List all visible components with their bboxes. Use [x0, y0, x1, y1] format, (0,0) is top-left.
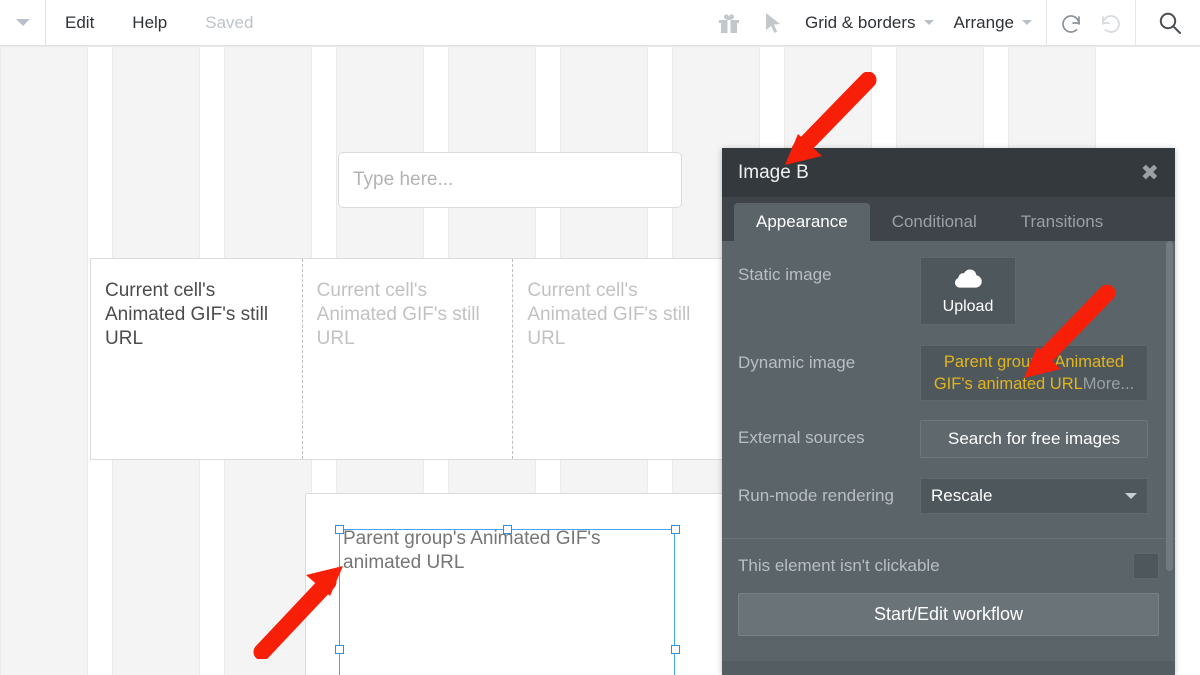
search-free-images-button[interactable]: Search for free images: [920, 420, 1148, 458]
list-item[interactable]: Current cell's Animated GIF's still URL: [512, 259, 723, 459]
clickable-checkbox[interactable]: [1133, 553, 1159, 579]
run-mode-rendering-select[interactable]: Rescale: [920, 478, 1148, 514]
panel-divider: [722, 538, 1175, 539]
chevron-down-icon: [15, 19, 30, 26]
tab-conditional[interactable]: Conditional: [870, 203, 999, 241]
search-input[interactable]: Type here...: [338, 152, 682, 208]
menu-item-edit[interactable]: Edit: [46, 0, 113, 46]
undo-icon[interactable]: [1051, 0, 1091, 46]
cloud-upload-icon: [953, 266, 983, 293]
selected-image-element[interactable]: Parent group's Animated GIF's animated U…: [335, 525, 680, 675]
run-mode-rendering-value: Rescale: [931, 486, 993, 505]
gift-icon[interactable]: [707, 0, 751, 46]
row-static-image: Static image Upload: [722, 241, 1175, 325]
grid-column: [0, 46, 88, 675]
arrange-label: Arrange: [953, 12, 1014, 32]
panel-tabs: Appearance Conditional Transitions: [722, 197, 1175, 241]
search-icon[interactable]: [1140, 0, 1200, 46]
list-item[interactable]: Current cell's Animated GIF's still URL: [301, 259, 513, 459]
element-property-panel: Image B ✖ Appearance Conditional Transit…: [722, 148, 1175, 675]
top-toolbar: Edit Help Saved Grid & borders Arrange: [0, 0, 1200, 46]
clickable-label: This element isn't clickable: [738, 556, 940, 575]
upload-button[interactable]: Upload: [920, 257, 1016, 325]
dynamic-image-more-link[interactable]: More...: [1083, 375, 1134, 393]
cell-text: Current cell's Animated GIF's still URL: [316, 280, 480, 349]
save-status-label: Saved: [205, 12, 254, 32]
repeating-group[interactable]: Current cell's Animated GIF's still URL …: [90, 258, 724, 460]
resize-handle-middle-left[interactable]: [335, 645, 344, 654]
cell-text: Current cell's Animated GIF's still URL: [105, 280, 269, 349]
grid-line: [0, 46, 1200, 47]
resize-handle-top-right[interactable]: [671, 525, 680, 534]
start-edit-workflow-button[interactable]: Start/Edit workflow: [738, 593, 1159, 636]
dynamic-image-value-button[interactable]: Parent group's Animated GIF's animated U…: [920, 345, 1148, 401]
panel-scrollbar[interactable]: [1166, 241, 1173, 571]
app-menu-button[interactable]: [0, 0, 46, 46]
redo-icon[interactable]: [1091, 0, 1131, 46]
row-clickable-toggle: This element isn't clickable: [722, 553, 1175, 579]
menu-item-help[interactable]: Help: [113, 0, 186, 46]
panel-body: Static image Upload Dynamic image Parent…: [722, 241, 1175, 675]
grid-borders-label: Grid & borders: [804, 12, 916, 32]
row-run-mode-rendering: Run-mode rendering Rescale: [722, 458, 1175, 514]
panel-footer: [722, 661, 1175, 675]
list-item[interactable]: Current cell's Animated GIF's still URL: [91, 259, 302, 459]
resize-handle-top-left[interactable]: [335, 525, 344, 534]
tab-transitions[interactable]: Transitions: [999, 203, 1126, 241]
row-dynamic-image: Dynamic image Parent group's Animated GI…: [722, 325, 1175, 401]
chevron-down-icon: [923, 20, 934, 25]
close-icon[interactable]: ✖: [1141, 161, 1159, 184]
toolbar-divider: [1135, 0, 1136, 46]
external-sources-label: External sources: [738, 428, 865, 447]
toolbar-divider: [1046, 0, 1047, 46]
chevron-down-icon: [1022, 20, 1032, 25]
static-image-label: Static image: [738, 265, 832, 284]
chevron-down-icon: [1125, 493, 1137, 499]
arrange-dropdown[interactable]: Arrange: [944, 0, 1042, 46]
run-mode-rendering-label: Run-mode rendering: [738, 486, 894, 505]
selected-element-label: Parent group's Animated GIF's animated U…: [343, 528, 601, 573]
page-title: Image B: [738, 161, 809, 183]
grid-borders-dropdown[interactable]: Grid & borders: [795, 0, 944, 46]
resize-handle-middle-right[interactable]: [671, 645, 680, 654]
tab-appearance[interactable]: Appearance: [734, 203, 870, 241]
dynamic-image-label: Dynamic image: [738, 353, 856, 372]
upload-label: Upload: [942, 298, 994, 315]
editor-screen: Edit Help Saved Grid & borders Arrange T…: [0, 0, 1200, 675]
panel-header: Image B ✖: [722, 148, 1175, 197]
cell-text: Current cell's Animated GIF's still URL: [527, 280, 691, 349]
row-external-sources: External sources Search for free images: [722, 401, 1175, 458]
resize-handle-top-center[interactable]: [503, 525, 512, 534]
cursor-arrow-icon[interactable]: [751, 0, 795, 46]
